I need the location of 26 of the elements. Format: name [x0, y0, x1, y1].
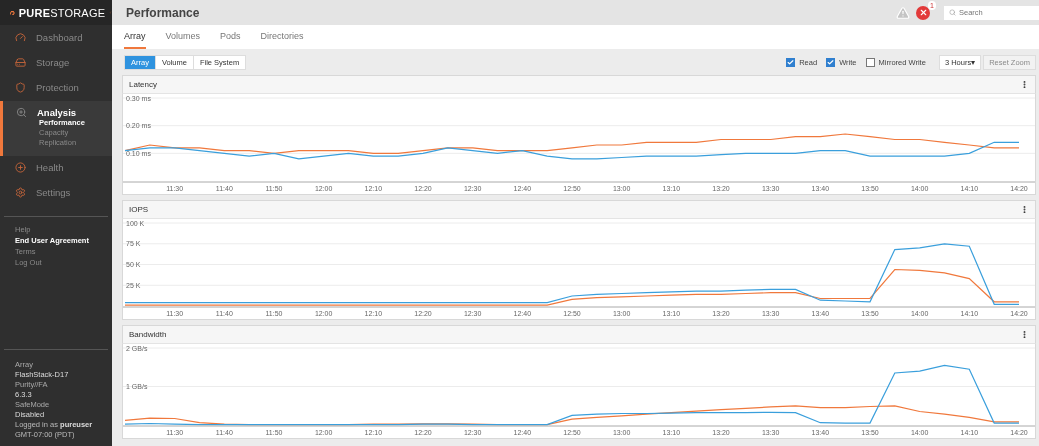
checkbox[interactable] — [865, 58, 875, 67]
plus-circle-icon — [15, 162, 26, 173]
nav-item[interactable]: Protection — [0, 76, 112, 101]
more-icon[interactable] — [1020, 80, 1029, 89]
nav-item[interactable]: Settings — [0, 181, 112, 206]
more-icon[interactable] — [1020, 205, 1029, 214]
magnifier-icon — [16, 107, 27, 118]
nav-item[interactable]: Storage — [0, 51, 112, 76]
checkbox[interactable] — [826, 58, 836, 67]
nav-item[interactable]: Dashboard — [0, 26, 112, 51]
logo-text: PURESTORAGE — [18, 6, 106, 19]
tab[interactable]: Pods — [220, 31, 241, 49]
checkbox[interactable] — [786, 58, 796, 67]
gauge-icon — [15, 32, 26, 43]
error-icon[interactable] — [916, 5, 930, 20]
more-icon[interactable] — [1020, 330, 1029, 339]
page-title: Performance — [126, 5, 200, 20]
tab[interactable]: Directories — [260, 31, 304, 49]
shield-icon — [15, 82, 26, 93]
chart-title: Bandwidth — [129, 330, 167, 339]
chart-title: Latency — [129, 80, 158, 89]
nav-item[interactable]: Health — [0, 156, 112, 181]
tab[interactable]: Volumes — [165, 31, 201, 49]
chart-title: IOPS — [129, 205, 149, 214]
settings-icon — [15, 187, 26, 198]
tab[interactable]: Array — [124, 31, 146, 49]
